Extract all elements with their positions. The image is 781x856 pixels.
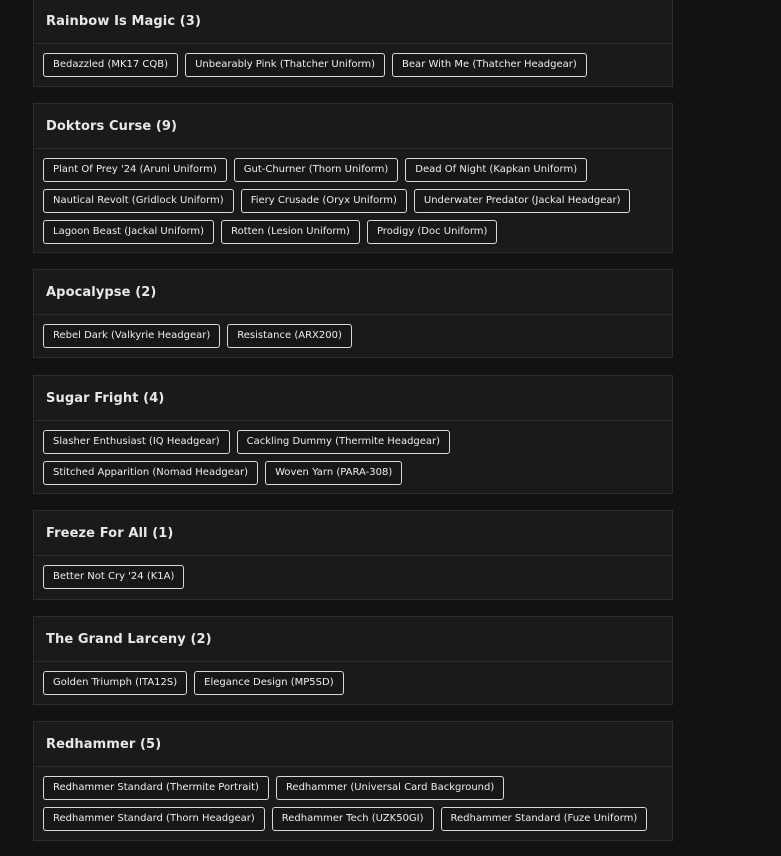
item-chip[interactable]: Bear With Me (Thatcher Headgear) [392, 53, 587, 77]
item-chip[interactable]: Cackling Dummy (Thermite Headgear) [236, 430, 451, 454]
collection-title: Doktors Curse (9) [46, 118, 178, 134]
collection-items: Golden Triumph (ITA12S) Elegance Design … [34, 662, 672, 695]
collection-title: Rainbow Is Magic (3) [46, 13, 201, 29]
collection-card-apocalypse: Apocalypse (2) Rebel Dark (Valkyrie Head… [33, 269, 673, 358]
item-chip[interactable]: Resistance (ARX200) [227, 324, 352, 348]
collection-card-doktors-curse: Doktors Curse (9) Plant Of Prey '24 (Aru… [33, 103, 673, 253]
collections-list: Rainbow Is Magic (3) Bedazzled (MK17 CQB… [0, 0, 781, 856]
item-chip[interactable]: Woven Yarn (PARA-308) [265, 461, 403, 485]
item-chip[interactable]: Gut-Churner (Thorn Uniform) [233, 158, 399, 182]
item-chip[interactable]: Lagoon Beast (Jackal Uniform) [43, 220, 215, 244]
collection-items: Plant Of Prey '24 (Aruni Uniform) Gut-Ch… [34, 149, 672, 244]
collection-card-freeze-for-all: Freeze For All (1) Better Not Cry '24 (K… [33, 510, 673, 600]
collection-header: Rainbow Is Magic (3) [34, 0, 672, 44]
collection-items: Redhammer Standard (Thermite Portrait) R… [34, 767, 672, 831]
collection-header: Sugar Fright (4) [34, 376, 672, 421]
collection-card-rainbow-is-magic: Rainbow Is Magic (3) Bedazzled (MK17 CQB… [33, 0, 673, 87]
item-chip[interactable]: Redhammer (Universal Card Background) [275, 776, 505, 800]
collection-items: Bedazzled (MK17 CQB) Unbearably Pink (Th… [34, 44, 672, 77]
item-chip[interactable]: Slasher Enthusiast (IQ Headgear) [43, 430, 230, 454]
item-chip[interactable]: Better Not Cry '24 (K1A) [43, 565, 185, 589]
item-chip[interactable]: Elegance Design (MP5SD) [194, 671, 344, 695]
collection-card-sugar-fright: Sugar Fright (4) Slasher Enthusiast (IQ … [33, 375, 673, 494]
collection-title: Sugar Fright (4) [46, 390, 165, 406]
item-chip[interactable]: Underwater Predator (Jackal Headgear) [413, 189, 631, 213]
collection-header: Doktors Curse (9) [34, 104, 672, 149]
collection-items: Better Not Cry '24 (K1A) [34, 556, 672, 589]
item-chip[interactable]: Rebel Dark (Valkyrie Headgear) [43, 324, 221, 348]
collection-header: Freeze For All (1) [34, 511, 672, 556]
item-chip[interactable]: Bedazzled (MK17 CQB) [43, 53, 179, 77]
collection-card-the-grand-larceny: The Grand Larceny (2) Golden Triumph (IT… [33, 616, 673, 705]
collection-title: Redhammer (5) [46, 736, 162, 752]
collection-title: Freeze For All (1) [46, 525, 174, 541]
item-chip[interactable]: Prodigy (Doc Uniform) [366, 220, 498, 244]
item-chip[interactable]: Redhammer Standard (Fuze Uniform) [440, 807, 648, 831]
collection-header: Apocalypse (2) [34, 270, 672, 315]
collection-title: Apocalypse (2) [46, 284, 157, 300]
item-chip[interactable]: Golden Triumph (ITA12S) [43, 671, 188, 695]
item-chip[interactable]: Stitched Apparition (Nomad Headgear) [43, 461, 259, 485]
collection-card-redhammer: Redhammer (5) Redhammer Standard (Thermi… [33, 721, 673, 841]
collection-title: The Grand Larceny (2) [46, 631, 212, 647]
collection-items: Slasher Enthusiast (IQ Headgear) Cacklin… [34, 421, 672, 485]
collection-header: The Grand Larceny (2) [34, 617, 672, 662]
item-chip[interactable]: Nautical Revolt (Gridlock Uniform) [43, 189, 234, 213]
item-chip[interactable]: Rotten (Lesion Uniform) [221, 220, 360, 244]
item-chip[interactable]: Redhammer Tech (UZK50GI) [271, 807, 434, 831]
item-chip[interactable]: Redhammer Standard (Thermite Portrait) [43, 776, 269, 800]
item-chip[interactable]: Redhammer Standard (Thorn Headgear) [43, 807, 265, 831]
collection-items: Rebel Dark (Valkyrie Headgear) Resistanc… [34, 315, 672, 348]
item-chip[interactable]: Fiery Crusade (Oryx Uniform) [240, 189, 407, 213]
item-chip[interactable]: Unbearably Pink (Thatcher Uniform) [185, 53, 386, 77]
collection-header: Redhammer (5) [34, 722, 672, 767]
item-chip[interactable]: Plant Of Prey '24 (Aruni Uniform) [43, 158, 227, 182]
item-chip[interactable]: Dead Of Night (Kapkan Uniform) [405, 158, 588, 182]
